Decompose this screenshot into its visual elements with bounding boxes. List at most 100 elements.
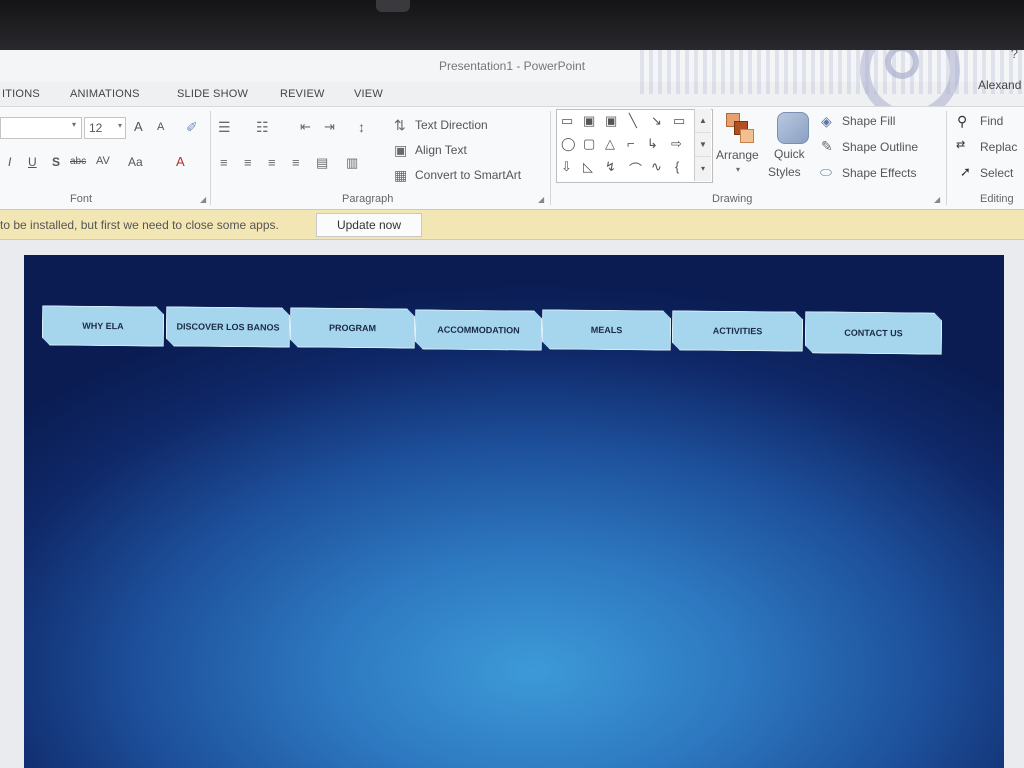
- shape-fill-button[interactable]: Shape Fill: [842, 114, 895, 128]
- font-dialog-launcher-icon[interactable]: ◢: [200, 195, 206, 204]
- replace-icon: ⇄: [956, 139, 966, 151]
- editing-group-label: Editing: [980, 193, 1014, 205]
- increase-indent-icon[interactable]: ⇥: [324, 119, 335, 135]
- text-box-shape-icon[interactable]: ▭: [561, 113, 573, 129]
- paint-bucket-icon: ◈: [821, 113, 832, 129]
- pencil-icon: ✎: [821, 138, 833, 154]
- binoculars-icon: ⚲: [957, 113, 968, 129]
- quick-styles-button[interactable]: Quick: [774, 147, 805, 161]
- text-direction-icon: ⇅: [394, 117, 406, 133]
- shapes-gallery[interactable]: ▭ ▣ ▣ ╲ ↘ ▭ ◯ ▢ △ ⌐ ↳ ⇨ ⇩ ◺ ↯ ⌒ ∿ {: [556, 109, 713, 183]
- freeform-shape-icon[interactable]: ◺: [583, 159, 593, 175]
- numbering-icon[interactable]: ☷: [256, 119, 269, 136]
- quick-styles-icon: [777, 112, 809, 144]
- decrease-indent-icon[interactable]: ⇤: [300, 119, 311, 135]
- update-message-text: to be installed, but first we need to cl…: [0, 218, 279, 232]
- select-button[interactable]: Select: [980, 166, 1013, 180]
- convert-smartart-button[interactable]: Convert to SmartArt: [415, 168, 521, 182]
- nav-button-why-ela[interactable]: WHY ELA: [42, 305, 164, 346]
- window-title: Presentation1 - PowerPoint: [438, 59, 586, 73]
- cursor-arrow-icon: ➚: [960, 164, 971, 179]
- right-arrow-shape-icon[interactable]: ⇨: [671, 136, 682, 152]
- align-text-icon: ▣: [394, 142, 408, 158]
- arc-shape-icon[interactable]: ⌒: [629, 159, 642, 178]
- font-color-button[interactable]: A: [176, 154, 185, 169]
- nav-button-activities[interactable]: ACTIVITIES: [672, 310, 803, 351]
- nav-button-accommodation[interactable]: ACCOMMODATION: [415, 309, 542, 350]
- chevron-down-icon[interactable]: ▾: [72, 120, 76, 129]
- elbow-arrow-icon[interactable]: ↳: [647, 136, 658, 152]
- down-arrow-shape-icon[interactable]: ⇩: [561, 159, 572, 175]
- oval-shape-icon[interactable]: ◯: [561, 136, 576, 152]
- powerpoint-window: Presentation1 - PowerPoint ? Alexand ITI…: [0, 50, 1024, 768]
- align-left-icon[interactable]: ≡: [220, 155, 228, 170]
- clear-formatting-icon[interactable]: ✐: [186, 119, 198, 136]
- smartart-icon: ▦: [394, 167, 408, 183]
- font-size-value: 12: [89, 121, 103, 135]
- grow-font-button[interactable]: A: [134, 119, 143, 134]
- align-text-button[interactable]: Align Text: [415, 143, 467, 157]
- shadow-button[interactable]: S: [52, 155, 60, 169]
- tab-animations[interactable]: ANIMATIONS: [70, 88, 140, 100]
- slide-canvas[interactable]: WHY ELA DISCOVER LOS BANOS PROGRAM ACCOM…: [24, 255, 1004, 768]
- ribbon: ▾ 12 ▾ A A ✐ I U S abc AV Aa A Font ◢ ☰ …: [0, 106, 1024, 210]
- nav-button-discover-los-banos[interactable]: DISCOVER LOS BANOS: [166, 306, 290, 347]
- group-divider: [946, 111, 947, 205]
- brace-shape-icon[interactable]: {: [675, 159, 679, 174]
- text-direction-button[interactable]: Text Direction: [415, 118, 488, 132]
- triangle-shape-icon[interactable]: △: [605, 136, 615, 152]
- help-button[interactable]: ?: [1011, 50, 1018, 61]
- distributed-icon[interactable]: ▤: [316, 155, 328, 171]
- monitor-bezel: [0, 0, 1024, 52]
- tab-review[interactable]: REVIEW: [280, 88, 325, 100]
- underline-button[interactable]: U: [28, 155, 37, 169]
- character-spacing-button[interactable]: AV: [96, 155, 110, 167]
- slide-workspace: WHY ELA DISCOVER LOS BANOS PROGRAM ACCOM…: [0, 240, 1024, 768]
- tab-slide-show[interactable]: SLIDE SHOW: [177, 88, 248, 100]
- italic-button[interactable]: I: [8, 155, 11, 169]
- gallery-up-icon[interactable]: ▲: [695, 109, 711, 133]
- shrink-font-button[interactable]: A: [157, 121, 164, 133]
- bullets-icon[interactable]: ☰: [218, 119, 231, 136]
- line-spacing-icon[interactable]: ↕: [358, 119, 365, 135]
- strikethrough-button[interactable]: abc: [70, 156, 86, 167]
- nav-button-meals[interactable]: MEALS: [542, 309, 671, 350]
- elbow-connector-icon[interactable]: ⌐: [627, 136, 635, 151]
- shape-effects-button[interactable]: Shape Effects: [842, 166, 917, 180]
- font-size-box[interactable]: 12 ▾: [84, 117, 126, 139]
- tab-view[interactable]: VIEW: [354, 88, 383, 100]
- chevron-down-icon: ▾: [117, 121, 122, 130]
- tab-transitions[interactable]: ITIONS: [2, 88, 40, 100]
- arrow-line-shape-icon[interactable]: ↘: [651, 113, 662, 129]
- shape-outline-button[interactable]: Shape Outline: [842, 140, 918, 154]
- scribble-shape-icon[interactable]: ↯: [605, 159, 616, 175]
- rounded-rect-shape-icon[interactable]: ▢: [583, 136, 595, 152]
- find-button[interactable]: Find: [980, 114, 1003, 128]
- replace-button[interactable]: Replac: [980, 140, 1017, 154]
- gallery-down-icon[interactable]: ▼: [695, 133, 711, 157]
- change-case-button[interactable]: Aa: [128, 155, 143, 169]
- curve-shape-icon[interactable]: ∿: [651, 159, 662, 175]
- arrange-button[interactable]: Arrange: [716, 148, 759, 162]
- drawing-dialog-launcher-icon[interactable]: ◢: [934, 195, 940, 204]
- gallery-more-icon[interactable]: ▾: [695, 157, 711, 180]
- update-now-button[interactable]: Update now: [316, 213, 422, 237]
- group-divider: [550, 111, 551, 205]
- frame-shape-icon[interactable]: ▣: [605, 113, 617, 129]
- align-right-icon[interactable]: ≡: [268, 155, 276, 170]
- quick-styles-label[interactable]: Styles: [768, 165, 801, 179]
- font-name-box[interactable]: [0, 117, 82, 139]
- align-center-icon[interactable]: ≡: [244, 155, 252, 170]
- rectangle-shape-icon[interactable]: ▭: [673, 113, 685, 129]
- nav-button-program[interactable]: PROGRAM: [290, 307, 415, 348]
- justify-icon[interactable]: ≡: [292, 155, 300, 170]
- line-shape-icon[interactable]: ╲: [629, 113, 637, 129]
- columns-icon[interactable]: ▥: [346, 155, 358, 171]
- shape-effects-icon: ⬭: [820, 164, 832, 180]
- image-shape-icon[interactable]: ▣: [583, 113, 595, 129]
- group-divider: [210, 111, 211, 205]
- nav-button-contact-us[interactable]: CONTACT US: [805, 311, 942, 354]
- webcam: [376, 0, 410, 12]
- paragraph-dialog-launcher-icon[interactable]: ◢: [538, 195, 544, 204]
- arrange-icon: [726, 113, 754, 143]
